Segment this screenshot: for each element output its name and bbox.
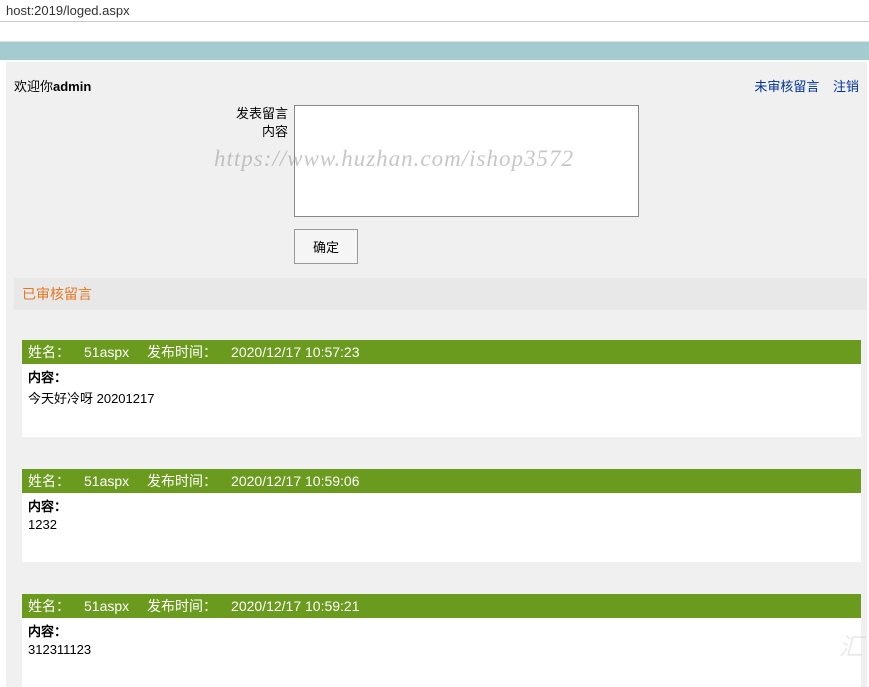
- header-row: 欢迎你admin 未审核留言 注销: [14, 72, 867, 105]
- content-textarea[interactable]: [294, 105, 639, 217]
- time-label: 发布时间：: [147, 598, 217, 614]
- form-labels: 发表留言 内容: [14, 105, 294, 264]
- message-body: 内容： 1232: [22, 493, 861, 562]
- form-content-label: 内容: [14, 123, 288, 141]
- message-content: 今天好冷呀 20201217: [28, 388, 855, 407]
- name-label: 姓名：: [28, 473, 70, 489]
- header-links: 未审核留言 注销: [744, 76, 859, 95]
- message-name: 51aspx: [84, 473, 129, 489]
- name-label: 姓名：: [28, 598, 70, 614]
- welcome-prefix: 欢迎你: [14, 79, 53, 94]
- content-label: 内容：: [28, 367, 855, 386]
- message-time: 2020/12/17 10:59:06: [231, 473, 359, 489]
- time-label: 发布时间：: [147, 473, 217, 489]
- url-text: host:2019/loged.aspx: [6, 3, 130, 18]
- message-name: 51aspx: [84, 598, 129, 614]
- message-form: 发表留言 内容 确定: [14, 105, 867, 278]
- message-header: 姓名： 51aspx 发布时间： 2020/12/17 10:59:06: [22, 469, 861, 493]
- message-name: 51aspx: [84, 344, 129, 360]
- form-inputs: 确定: [294, 105, 639, 264]
- welcome-user: admin: [53, 79, 91, 94]
- message-body: 内容： 312311123: [22, 618, 861, 687]
- message-time: 2020/12/17 10:59:21: [231, 598, 359, 614]
- content-label: 内容：: [28, 496, 855, 515]
- top-gap: [0, 22, 869, 42]
- url-bar[interactable]: host:2019/loged.aspx: [0, 0, 869, 22]
- message-content: 312311123: [28, 642, 855, 657]
- content-label: 内容：: [28, 621, 855, 640]
- logout-link[interactable]: 注销: [833, 79, 859, 94]
- message-header: 姓名： 51aspx 发布时间： 2020/12/17 10:57:23: [22, 340, 861, 364]
- welcome-text: 欢迎你admin: [14, 76, 91, 95]
- time-label: 发布时间：: [147, 344, 217, 360]
- name-label: 姓名：: [28, 344, 70, 360]
- content-area: 欢迎你admin 未审核留言 注销 发表留言 内容 确定 已审核留言 姓名： 51…: [6, 62, 867, 687]
- approved-section-title: 已审核留言: [14, 278, 867, 310]
- form-title: 发表留言: [14, 105, 288, 123]
- message-time: 2020/12/17 10:57:23: [231, 344, 359, 360]
- message-block: 姓名： 51aspx 发布时间： 2020/12/17 10:59:06 内容： 1…: [22, 469, 861, 562]
- teal-bar: [0, 42, 869, 60]
- message-body: 内容： 今天好冷呀 20201217: [22, 364, 861, 437]
- message-block: 姓名： 51aspx 发布时间： 2020/12/17 10:57:23 内容： 今…: [22, 340, 861, 437]
- submit-button[interactable]: 确定: [294, 229, 358, 264]
- message-header: 姓名： 51aspx 发布时间： 2020/12/17 10:59:21: [22, 594, 861, 618]
- pending-link[interactable]: 未审核留言: [754, 79, 819, 94]
- message-content: 1232: [28, 517, 855, 532]
- message-block: 姓名： 51aspx 发布时间： 2020/12/17 10:59:21 内容： 3…: [22, 594, 861, 687]
